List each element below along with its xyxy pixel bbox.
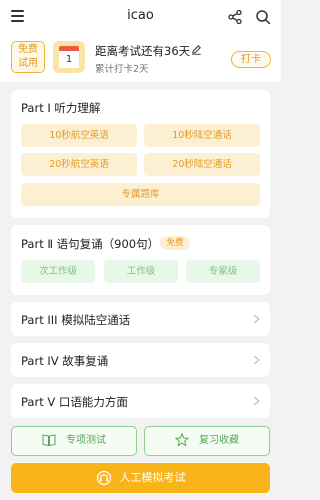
star-icon [175, 433, 189, 447]
chevron-right-icon [253, 314, 260, 324]
part4-row[interactable]: Part IV 故事复诵 [11, 343, 270, 377]
free-trial-line1: 免费 [18, 44, 38, 55]
part5-title: Part Ⅴ 口语能力方面 [21, 395, 128, 409]
part1-item-10s-aviation-english[interactable]: 10秒航空英语 [21, 124, 137, 147]
part2-card: Part Ⅱ 语句复诵（900句） 免费 次工作级 工作级 专家级 [11, 225, 270, 295]
special-test-button[interactable]: 专项测试 [11, 426, 137, 456]
review-favorites-label: 复习收藏 [199, 435, 239, 446]
part4-title: Part IV 故事复诵 [21, 354, 109, 368]
search-icon[interactable] [255, 9, 271, 25]
chevron-right-icon [253, 355, 260, 365]
exam-header: 免费 试用 1 距离考试还有36天 累计打卡2天 打卡 [0, 34, 281, 82]
level-expert[interactable]: 专家级 [186, 260, 260, 283]
part2-title: Part Ⅱ 语句复诵（900句） [21, 237, 160, 251]
part1-item-20s-aviation-english[interactable]: 20秒航空英语 [21, 153, 137, 176]
headset-icon [96, 470, 111, 486]
part5-row[interactable]: Part Ⅴ 口语能力方面 [11, 384, 270, 418]
top-bar: icao [0, 0, 281, 34]
calendar-day: 1 [65, 54, 73, 65]
calendar-icon: 1 [53, 41, 85, 73]
part1-item-20s-radiotelephony[interactable]: 20秒陆空通话 [144, 153, 260, 176]
special-test-label: 专项测试 [66, 435, 106, 446]
free-trial-line2: 试用 [18, 58, 38, 69]
edit-icon[interactable] [191, 44, 202, 55]
book-icon [42, 434, 56, 447]
review-favorites-button[interactable]: 复习收藏 [144, 426, 270, 456]
manual-mock-exam-button[interactable]: 人工模拟考试 [11, 463, 270, 493]
free-trial-tag[interactable]: 免费 试用 [11, 41, 45, 73]
exam-countdown: 距离考试还有36天 [95, 44, 191, 58]
checkin-button[interactable]: 打卡 [231, 51, 271, 68]
part1-card: Part Ⅰ 听力理解 10秒航空英语 10秒陆空通话 20秒航空英语 20秒陆… [11, 90, 270, 218]
manual-mock-exam-label: 人工模拟考试 [119, 471, 186, 484]
share-icon[interactable] [227, 9, 243, 25]
level-operational[interactable]: 工作级 [104, 260, 178, 283]
part1-item-exclusive-question-bank[interactable]: 专属题库 [21, 183, 260, 206]
part1-title: Part Ⅰ 听力理解 [21, 101, 101, 115]
part3-row[interactable]: Part III 模拟陆空通话 [11, 302, 270, 336]
part2-free-badge: 免费 [160, 236, 190, 250]
part1-item-10s-radiotelephony[interactable]: 10秒陆空通话 [144, 124, 260, 147]
part3-title: Part III 模拟陆空通话 [21, 313, 131, 327]
chevron-right-icon [253, 396, 260, 406]
level-sub-operational[interactable]: 次工作级 [21, 260, 95, 283]
checkin-count: 累计打卡2天 [95, 64, 149, 75]
